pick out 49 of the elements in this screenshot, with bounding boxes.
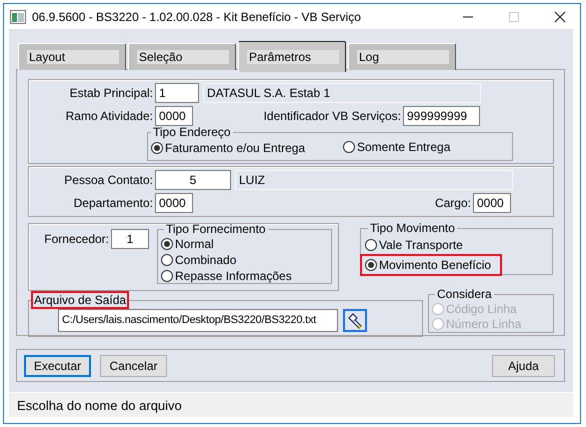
radio-circle[interactable] [151, 142, 163, 154]
tab[interactable]: Log [348, 43, 456, 70]
status-text: Escolha do nome do arquivo [17, 398, 182, 412]
field-label: Departamento: [72, 196, 154, 210]
group-title: Considera [436, 287, 493, 301]
readonly-field: LUIZ [235, 170, 513, 190]
input-field[interactable]: 0000 [473, 192, 511, 212]
field-label: Ramo Atividade: [64, 108, 154, 122]
field-label: Fornecedor: [43, 232, 110, 246]
app-icon [10, 10, 26, 24]
input-field[interactable]: 999999999 [403, 106, 480, 126]
input-field[interactable]: 5 [155, 170, 231, 190]
radio-button[interactable]: Normal [161, 237, 214, 251]
group-title: Tipo Movimento [369, 221, 456, 235]
radio-button[interactable]: Combinado [161, 253, 236, 267]
browse-button[interactable] [343, 309, 367, 332]
radio-circle[interactable] [365, 239, 377, 251]
field-label: Estab Principal: [68, 86, 154, 100]
radio-button[interactable]: Somente Entrega [343, 140, 450, 154]
input-field[interactable]: 1 [155, 82, 199, 102]
radio-circle[interactable] [161, 254, 173, 266]
input-field[interactable]: 1 [111, 229, 149, 249]
field-label: Identificador VB Serviços: [262, 108, 402, 122]
tab[interactable]: Layout [18, 43, 126, 70]
radio-button[interactable]: Faturamento e/ou Entrega [151, 141, 306, 155]
radio-circle[interactable] [161, 270, 173, 282]
flashlight-icon [347, 312, 363, 328]
radio-button[interactable]: Repasse Informações [161, 269, 292, 283]
action-button[interactable]: Cancelar [100, 354, 167, 376]
action-button[interactable]: Executar [24, 354, 91, 376]
field-label: Pessoa Contato: [63, 172, 154, 186]
window-title: 06.9.5600 - BS3220 - 1.02.00.028 - Kit Benefício - VB Serviço [32, 10, 361, 24]
close-icon[interactable] [554, 10, 566, 22]
group-title: Tipo Endereço [152, 125, 232, 139]
radio-circle[interactable] [365, 259, 377, 271]
input-field[interactable]: 0000 [155, 192, 193, 212]
input-field[interactable]: 0000 [155, 106, 193, 126]
tab[interactable]: Parâmetros [238, 41, 346, 72]
field-label: Cargo: [434, 196, 472, 210]
radio-circle[interactable] [343, 141, 355, 153]
group-title: Arquivo de Saída [31, 291, 130, 309]
tab[interactable]: Seleção [128, 43, 236, 70]
help-button[interactable]: Ajuda [492, 354, 555, 376]
radio-button[interactable]: Movimento Benefício [365, 258, 492, 272]
readonly-field: DATASUL S.A. Estab 1 [203, 82, 481, 102]
input-field[interactable]: C:/Users/lais.nascimento/Desktop/BS3220/BS3220.txt [58, 309, 338, 332]
radio-circle[interactable] [161, 238, 173, 250]
radio-button[interactable]: Vale Transporte [365, 238, 463, 252]
group-title: Tipo Fornecimento [165, 222, 267, 236]
